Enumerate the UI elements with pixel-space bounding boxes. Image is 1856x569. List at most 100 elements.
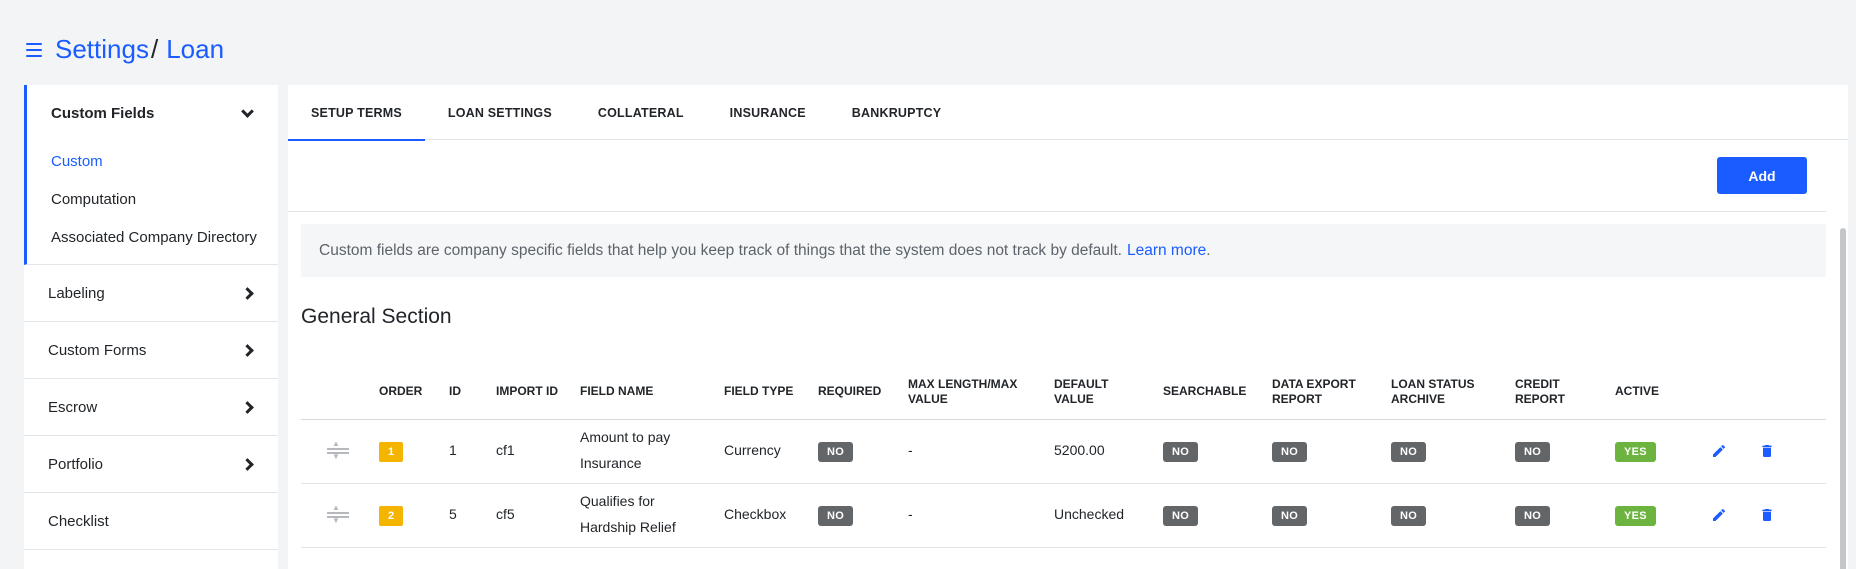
col-actions <box>1697 365 1826 420</box>
page-header: Settings / Loan <box>26 34 224 65</box>
hamburger-menu-icon[interactable] <box>26 42 42 57</box>
breadcrumb-separator: / <box>150 34 159 64</box>
credit-report-badge: NO <box>1515 442 1551 463</box>
sidebar-item-portfolio[interactable]: Portfolio <box>24 436 278 493</box>
col-searchable[interactable]: SEARCHABLE <box>1155 365 1264 420</box>
col-field-type[interactable]: FIELD TYPE <box>716 365 810 420</box>
credit-report-cell: NO <box>1507 483 1607 548</box>
order-cell: 2 <box>371 483 441 548</box>
field-name-cell: Amount to pay Insurance <box>572 419 716 484</box>
col-max-length[interactable]: MAX LENGTH/MAX VALUE <box>900 365 1046 420</box>
delete-trash-icon[interactable] <box>1753 437 1781 465</box>
col-id[interactable]: ID <box>441 365 488 420</box>
default-value-cell: 5200.00 <box>1046 419 1155 484</box>
breadcrumb-settings[interactable]: Settings <box>55 34 149 65</box>
tab-setup-terms[interactable]: SETUP TERMS <box>288 85 425 141</box>
col-order[interactable]: ORDER <box>371 365 441 420</box>
loan-status-archive-badge: NO <box>1391 442 1427 463</box>
field-name-cell: Qualifies for Hardship Relief <box>572 483 716 548</box>
sidebar-item-label: Escrow <box>48 398 98 416</box>
info-text: Custom fields are company specific field… <box>319 241 1122 259</box>
sidebar-group-label: Custom Fields <box>51 105 155 122</box>
sidebar-item-label: Checklist <box>48 512 109 530</box>
tab-insurance[interactable]: INSURANCE <box>707 85 829 140</box>
col-field-name[interactable]: FIELD NAME <box>572 365 716 420</box>
col-data-export-report[interactable]: DATA EXPORT REPORT <box>1264 365 1383 420</box>
id-cell: 1 <box>441 419 488 484</box>
active-cell: YES <box>1607 483 1697 548</box>
col-loan-status-archive[interactable]: LOAN STATUS ARCHIVE <box>1383 365 1507 420</box>
col-import-id[interactable]: IMPORT ID <box>488 365 572 420</box>
credit-report-cell: NO <box>1507 419 1607 484</box>
chevron-right-icon <box>241 343 254 357</box>
section-title: General Section <box>301 305 452 328</box>
sidebar-item-label: Labeling <box>48 284 105 302</box>
required-cell: NO <box>810 419 900 484</box>
active-badge: YES <box>1615 442 1656 463</box>
import-id-cell: cf1 <box>488 419 572 484</box>
tab-bankruptcy[interactable]: BANKRUPTCY <box>829 85 965 140</box>
sidebar-item-custom-forms[interactable]: Custom Forms <box>24 322 278 379</box>
data-export-cell: NO <box>1264 483 1383 548</box>
sidebar-item-escrow[interactable]: Escrow <box>24 379 278 436</box>
chevron-right-icon <box>241 286 254 300</box>
field-type-cell: Currency <box>716 419 810 484</box>
breadcrumb-loan[interactable]: Loan <box>166 34 224 65</box>
toolbar: Add <box>288 140 1826 212</box>
chevron-down-icon <box>241 105 254 118</box>
drag-cell <box>301 419 371 484</box>
active-cell: YES <box>1607 419 1697 484</box>
add-button[interactable]: Add <box>1717 157 1807 194</box>
loan-status-archive-cell: NO <box>1383 419 1507 484</box>
vertical-scrollbar[interactable] <box>1840 228 1846 569</box>
max-length-cell: - <box>900 419 1046 484</box>
sidebar-item-custom[interactable]: Custom <box>27 142 278 180</box>
searchable-cell: NO <box>1155 483 1264 548</box>
searchable-badge: NO <box>1163 442 1199 463</box>
actions-cell <box>1697 419 1826 484</box>
col-default-value[interactable]: DEFAULT VALUE <box>1046 365 1155 420</box>
col-drag <box>301 365 371 420</box>
custom-fields-table: ORDER ID IMPORT ID FIELD NAME FIELD TYPE… <box>301 365 1826 548</box>
active-badge: YES <box>1615 506 1656 527</box>
info-suffix: . <box>1206 241 1211 259</box>
order-badge: 2 <box>379 506 404 527</box>
sidebar-item-computation[interactable]: Computation <box>27 180 278 218</box>
col-active[interactable]: ACTIVE <box>1607 365 1697 420</box>
chevron-right-icon <box>241 457 254 471</box>
edit-pencil-icon[interactable] <box>1705 437 1733 465</box>
edit-pencil-icon[interactable] <box>1705 501 1733 529</box>
sidebar-item-checklist[interactable]: Checklist <box>24 493 278 550</box>
table-header-row: ORDER ID IMPORT ID FIELD NAME FIELD TYPE… <box>301 365 1826 420</box>
sidebar-group-custom-fields-header[interactable]: Custom Fields <box>27 85 278 142</box>
table-row: 2 5 cf5 Qualifies for Hardship Relief Ch… <box>301 483 1826 548</box>
data-export-badge: NO <box>1272 442 1308 463</box>
col-required[interactable]: REQUIRED <box>810 365 900 420</box>
col-credit-report[interactable]: CREDIT REPORT <box>1507 365 1607 420</box>
drag-handle-icon[interactable] <box>327 437 349 465</box>
default-value-cell: Unchecked <box>1046 483 1155 548</box>
main-panel: SETUP TERMS LOAN SETTINGS COLLATERAL INS… <box>288 85 1848 569</box>
sidebar-item-label: Portfolio <box>48 455 104 473</box>
tab-collateral[interactable]: COLLATERAL <box>575 85 707 140</box>
searchable-badge: NO <box>1163 506 1199 527</box>
info-banner: Custom fields are company specific field… <box>301 224 1826 277</box>
delete-trash-icon[interactable] <box>1753 501 1781 529</box>
max-length-cell: - <box>900 483 1046 548</box>
field-type-cell: Checkbox <box>716 483 810 548</box>
loan-status-archive-badge: NO <box>1391 506 1427 527</box>
import-id-cell: cf5 <box>488 483 572 548</box>
tab-loan-settings[interactable]: LOAN SETTINGS <box>425 85 575 140</box>
actions-cell <box>1697 483 1826 548</box>
id-cell: 5 <box>441 483 488 548</box>
settings-sidebar: Custom Fields Custom Computation Associa… <box>24 85 278 569</box>
drag-handle-icon[interactable] <box>327 501 349 529</box>
order-cell: 1 <box>371 419 441 484</box>
sidebar-item-associated-company-directory[interactable]: Associated Company Directory <box>27 218 278 256</box>
sidebar-item-labeling[interactable]: Labeling <box>24 265 278 322</box>
order-badge: 1 <box>379 442 404 463</box>
required-badge: NO <box>818 506 854 527</box>
learn-more-link[interactable]: Learn more <box>1127 242 1206 260</box>
searchable-cell: NO <box>1155 419 1264 484</box>
required-badge: NO <box>818 442 854 463</box>
